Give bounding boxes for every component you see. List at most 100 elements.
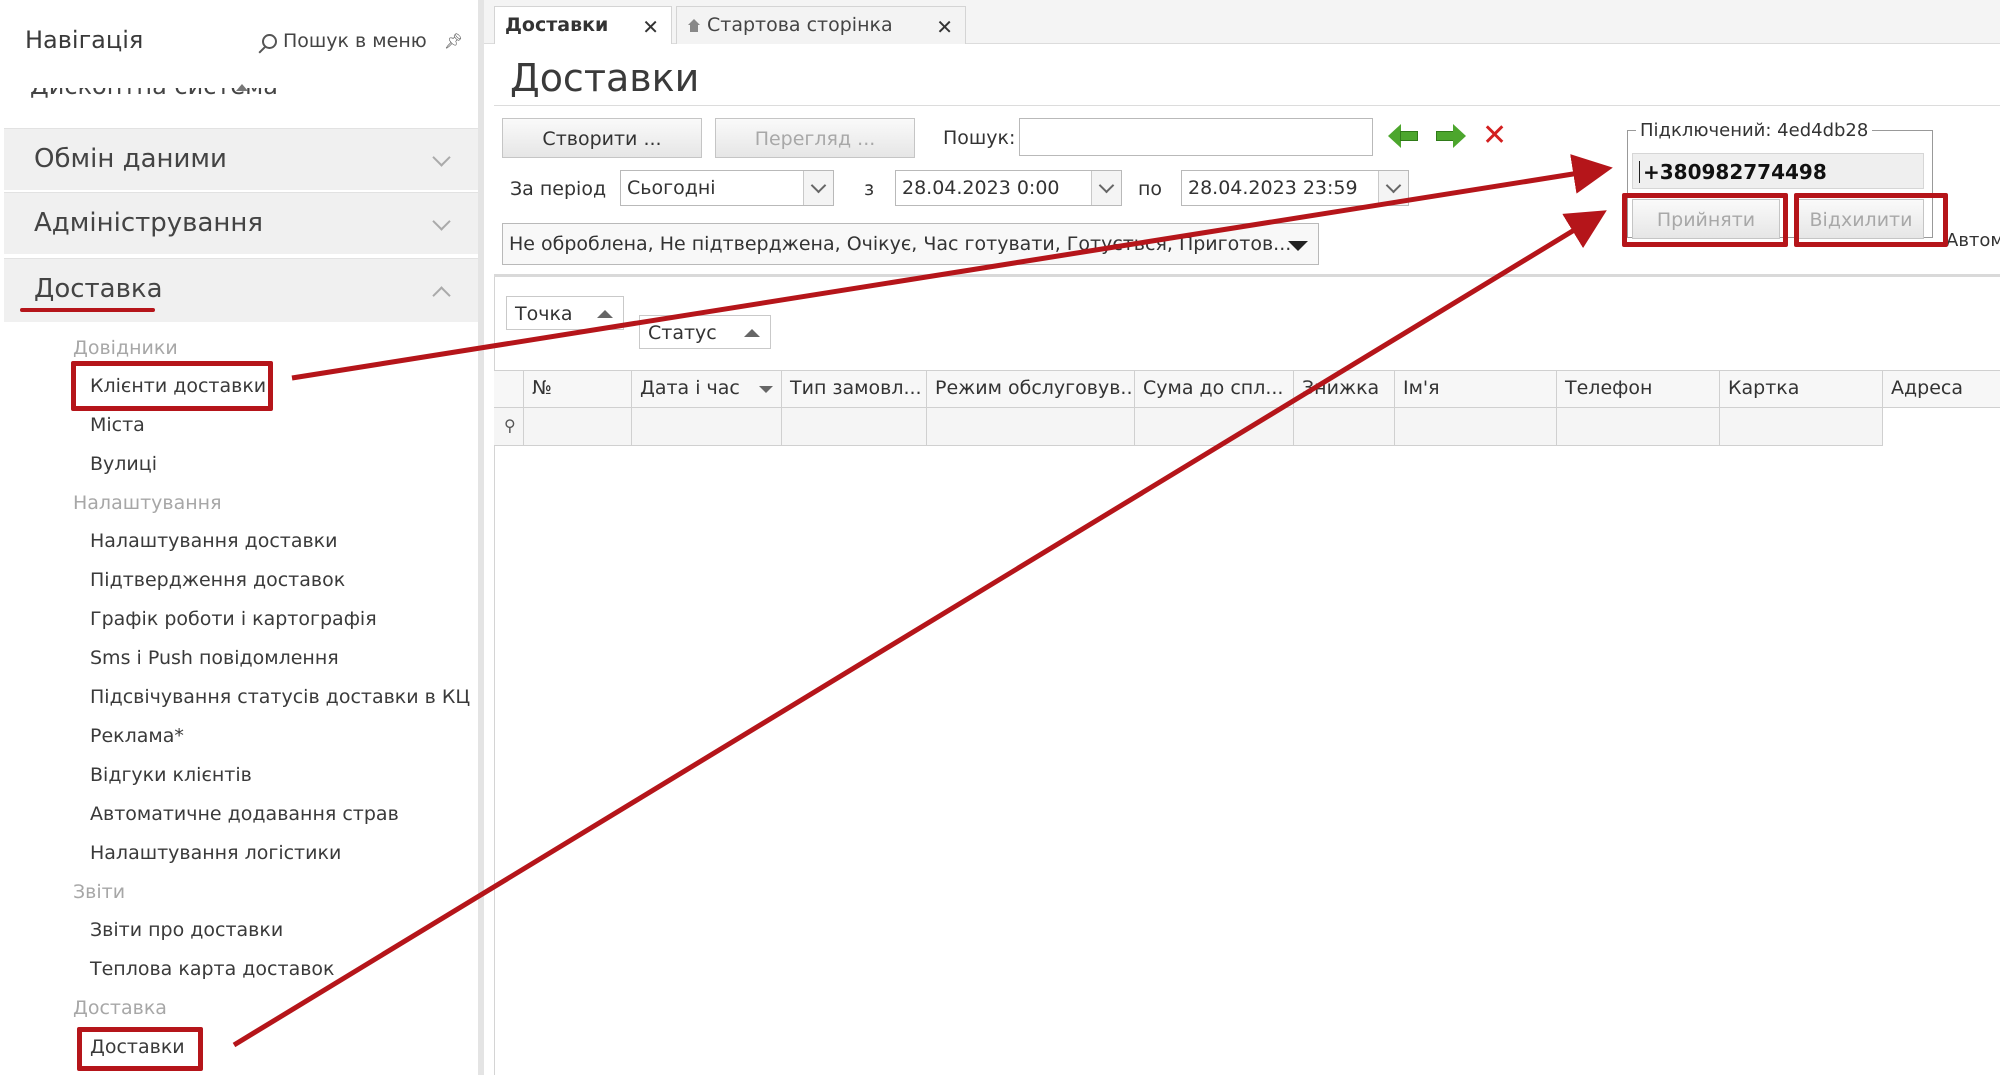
annotation-box-dostavky: [77, 1027, 203, 1071]
sidebar-item-mista[interactable]: Міста: [90, 414, 145, 436]
column-label: Дата і час: [640, 377, 740, 399]
group-by-tochka-chip[interactable]: Точка: [506, 296, 624, 330]
group-by-status-chip[interactable]: Статус: [639, 315, 771, 349]
grid-filter-row[interactable]: ⚲: [494, 408, 2000, 446]
close-icon[interactable]: ✕: [936, 15, 953, 39]
grid-header-row: № Дата і час Тип замовл... Режим обслуго…: [494, 370, 2000, 408]
date-from-value: 28.04.2023 0:00: [902, 177, 1060, 199]
search-input[interactable]: [1019, 118, 1373, 156]
sidebar-item-grafik[interactable]: Графік роботи і картографія: [90, 608, 377, 630]
filter-cell[interactable]: [927, 408, 1135, 446]
chevron-down-icon[interactable]: [803, 171, 833, 205]
chevron-down-icon: [432, 212, 451, 231]
main-panel: Доставки ✕ Стартова сторінка ✕ Доставки …: [484, 0, 2000, 1075]
navigation-header: Навігація Пошук в меню 📌︎: [0, 0, 478, 86]
sidebar-group-zvity: Звіти: [73, 881, 126, 903]
filter-cell[interactable]: [524, 408, 632, 446]
period-label: За період: [510, 178, 607, 200]
chevron-down-icon: [432, 148, 451, 167]
sidebar-section-data-exchange[interactable]: Обмін даними: [4, 128, 478, 190]
auto-label: Автом: [1946, 230, 2000, 251]
menu-search-link[interactable]: Пошук в меню: [262, 30, 427, 52]
tab-bar: Доставки ✕ Стартова сторінка ✕: [484, 0, 2000, 44]
sidebar-section-administration[interactable]: Адміністрування: [4, 192, 478, 254]
sidebar-item-sms-push[interactable]: Sms і Push повідомлення: [90, 647, 339, 669]
date-to-picker[interactable]: 28.04.2023 23:59: [1181, 170, 1409, 206]
sidebar-item-teplova-karta[interactable]: Теплова карта доставок: [90, 958, 335, 980]
navigation-sidebar: Навігація Пошук в меню 📌︎ Дисконтна сист…: [0, 0, 484, 1075]
column-order-type[interactable]: Тип замовл...: [782, 371, 927, 408]
filter-cell[interactable]: [782, 408, 927, 446]
sort-asc-icon: [597, 310, 613, 318]
annotation-box-accept: [1622, 193, 1788, 247]
column-date-time[interactable]: Дата і час: [632, 371, 782, 408]
status-filter-value: Не оброблена, Не підтверджена, Очікує, Ч…: [509, 233, 1292, 255]
navigation-title: Навігація: [25, 26, 144, 54]
arrow-left-icon[interactable]: [1388, 124, 1418, 148]
column-discount[interactable]: Знижка: [1294, 371, 1395, 408]
sidebar-item-reklama[interactable]: Реклама*: [90, 725, 184, 747]
home-icon: [687, 19, 701, 32]
date-to-value: 28.04.2023 23:59: [1188, 177, 1358, 199]
view-button[interactable]: Перегляд ...: [715, 118, 915, 158]
sidebar-item-pidtverdzhennya[interactable]: Підтвердження доставок: [90, 569, 345, 591]
chip-label: Точка: [515, 303, 573, 325]
scroll-up-icon[interactable]: [236, 84, 248, 91]
sidebar-section-label: Обмін даними: [34, 144, 227, 174]
create-button[interactable]: Створити ...: [502, 118, 702, 158]
tab-start-page[interactable]: Стартова сторінка ✕: [676, 6, 966, 44]
sidebar-section-label: Доставка: [34, 274, 163, 304]
sidebar-item-zvity-dostavky[interactable]: Звіти про доставки: [90, 919, 283, 941]
filter-cell[interactable]: [1135, 408, 1294, 446]
annotation-box-reject: [1794, 193, 1948, 247]
annotation-underline: [20, 308, 155, 312]
connection-status-label: Підключений: 4ed4db28: [1636, 120, 1873, 141]
filter-cell[interactable]: [1395, 408, 1557, 446]
sidebar-item-vidguky[interactable]: Відгуки клієнтів: [90, 764, 252, 786]
sidebar-group-dovidnyky: Довідники: [73, 337, 178, 359]
filter-cell[interactable]: [1883, 408, 2000, 446]
column-number[interactable]: №: [524, 371, 632, 408]
divider: [494, 105, 2000, 106]
filter-pin-icon: ⚲: [504, 416, 516, 435]
filter-cell[interactable]: [1720, 408, 1883, 446]
chevron-down-icon[interactable]: [1378, 171, 1408, 205]
annotation-box-klienty: [71, 361, 273, 411]
chevron-up-icon: [432, 286, 451, 305]
tab-dostavky[interactable]: Доставки ✕: [494, 6, 672, 44]
clear-filter-close-icon[interactable]: ✕: [1482, 118, 1507, 153]
sidebar-item-avto-strav[interactable]: Автоматичне додавання страв: [90, 803, 399, 825]
filter-cell[interactable]: [1294, 408, 1395, 446]
sidebar-section-delivery[interactable]: Доставка: [4, 258, 478, 322]
sidebar-item-nalashtuvannya-dostavky[interactable]: Налаштування доставки: [90, 530, 338, 552]
grid-indicator-column: [494, 371, 524, 408]
column-phone[interactable]: Телефон: [1557, 371, 1720, 408]
date-from-picker[interactable]: 28.04.2023 0:00: [895, 170, 1122, 206]
sort-asc-icon: [744, 329, 760, 337]
pin-icon[interactable]: 📌︎: [444, 32, 463, 50]
tab-label: Стартова сторінка: [707, 14, 893, 36]
close-icon[interactable]: ✕: [642, 15, 659, 39]
incoming-phone-field[interactable]: +380982774498: [1632, 153, 1924, 189]
chevron-down-icon[interactable]: [1091, 171, 1121, 205]
filter-cell[interactable]: [632, 408, 782, 446]
period-select[interactable]: Сьогодні: [620, 170, 834, 206]
tab-label: Доставки: [505, 14, 609, 36]
search-icon: [262, 33, 277, 49]
column-amount-due[interactable]: Сума до спл...: [1135, 371, 1294, 408]
period-value: Сьогодні: [627, 177, 716, 199]
sidebar-item-pidsvichuvannya[interactable]: Підсвічування статусів доставки в КЦ: [90, 686, 470, 708]
sidebar-item-vulytsi[interactable]: Вулиці: [90, 453, 157, 475]
filter-cell[interactable]: [1557, 408, 1720, 446]
sidebar-item-logistyka[interactable]: Налаштування логістики: [90, 842, 341, 864]
column-name[interactable]: Ім'я: [1395, 371, 1557, 408]
to-label: по: [1138, 178, 1163, 200]
column-service-mode[interactable]: Режим обслуговув...: [927, 371, 1135, 408]
status-filter-dropdown[interactable]: Не оброблена, Не підтверджена, Очікує, Ч…: [502, 223, 1319, 265]
search-label: Пошук:: [943, 127, 1016, 149]
menu-search-label: Пошук в меню: [283, 30, 427, 52]
column-card[interactable]: Картка: [1720, 371, 1883, 408]
column-address[interactable]: Адреса: [1883, 371, 2000, 408]
sort-desc-icon: [759, 386, 773, 393]
arrow-right-icon[interactable]: [1436, 124, 1466, 148]
